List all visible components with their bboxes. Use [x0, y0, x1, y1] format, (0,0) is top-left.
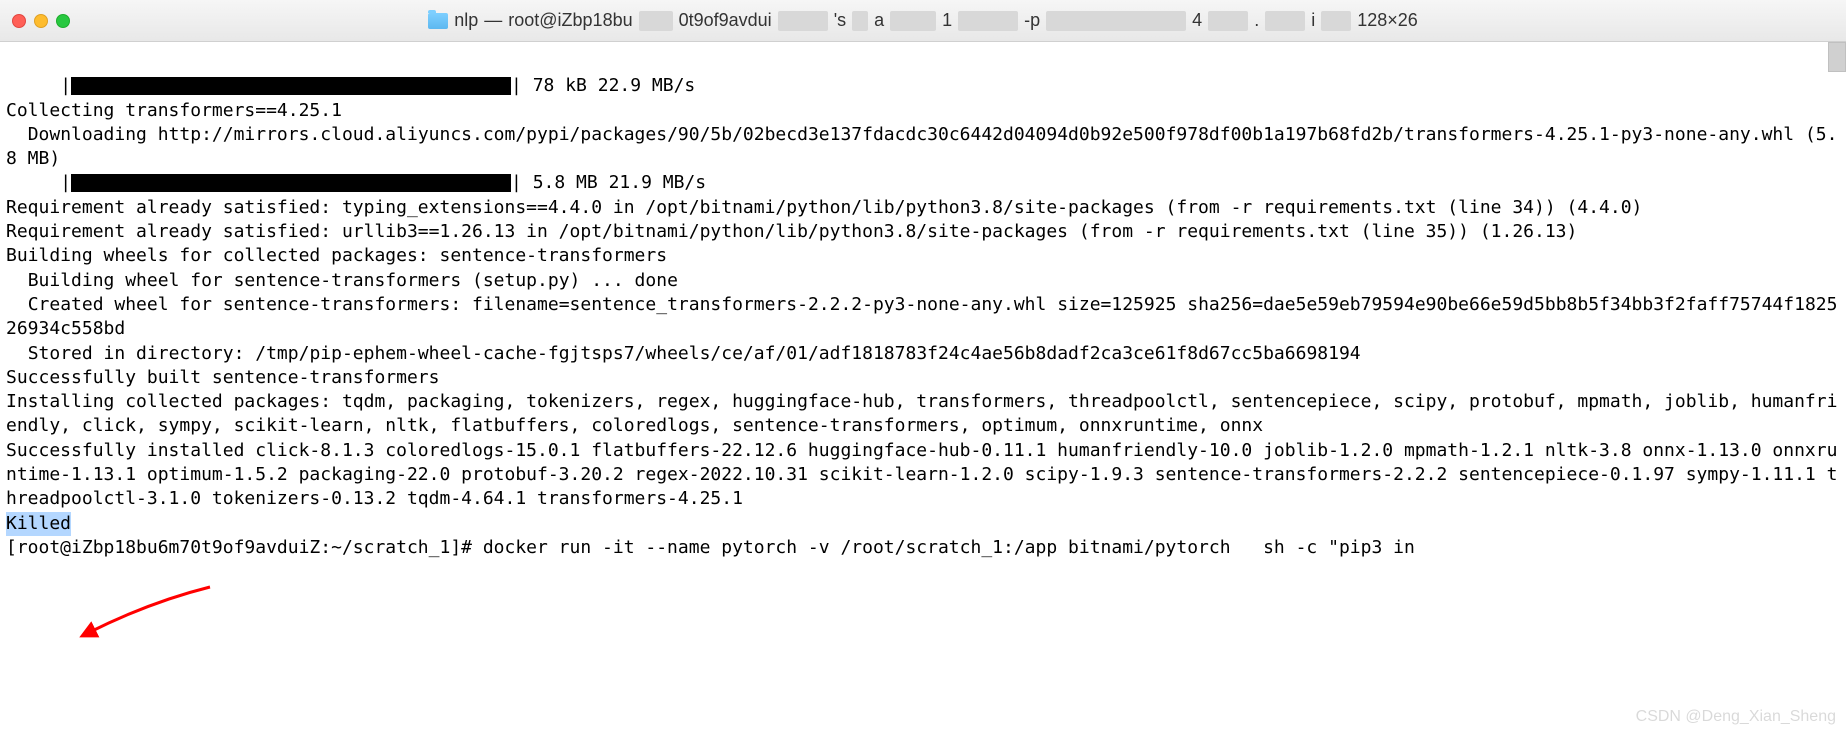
watermark: CSDN @Deng_Xian_Sheng [1636, 708, 1836, 726]
output-line: Building wheel for sentence-transformers… [6, 269, 1840, 293]
output-line: Collecting transformers==4.25.1 [6, 99, 1840, 123]
title-dims: 128×26 [1357, 10, 1418, 31]
title-obscured [1046, 11, 1186, 31]
title-part: a [874, 10, 884, 31]
killed-text: Killed [6, 512, 71, 536]
title-obscured [852, 11, 868, 31]
output-line: Installing collected packages: tqdm, pac… [6, 390, 1840, 439]
prompt-line: [root@iZbp18bu6m70t9of9avduiZ:~/scratch_… [6, 536, 1840, 560]
title-part: 4 [1192, 10, 1202, 31]
title-sep: — [484, 10, 502, 31]
output-line: | [6, 172, 71, 193]
annotation-arrow-icon [70, 582, 220, 652]
title-obscured [958, 11, 1018, 31]
output-line: Requirement already satisfied: urllib3==… [6, 220, 1840, 244]
title-part: 0t9of9avdui [679, 10, 772, 31]
title-folder: nlp [454, 10, 478, 31]
output-line: Stored in directory: /tmp/pip-ephem-whee… [6, 342, 1840, 366]
title-part: 's [834, 10, 846, 31]
output-line: Requirement already satisfied: typing_ex… [6, 196, 1840, 220]
output-line: Created wheel for sentence-transformers:… [6, 293, 1840, 342]
output-line: Building wheels for collected packages: … [6, 244, 1840, 268]
folder-icon [428, 13, 448, 29]
title-obscured [778, 11, 828, 31]
output-line: Successfully installed click-8.1.3 color… [6, 439, 1840, 512]
minimize-button[interactable] [34, 14, 48, 28]
close-button[interactable] [12, 14, 26, 28]
title-obscured [639, 11, 673, 31]
output-line: | [6, 75, 71, 96]
title-obscured [1321, 11, 1351, 31]
output-line: Downloading http://mirrors.cloud.aliyunc… [6, 123, 1840, 172]
title-part: i [1311, 10, 1315, 31]
title-part: 1 [942, 10, 952, 31]
maximize-button[interactable] [56, 14, 70, 28]
title-obscured [1208, 11, 1248, 31]
window-title: nlp — root@iZbp18bu 0t9of9avdui 's a 1 -… [428, 10, 1418, 31]
title-part: . [1254, 10, 1259, 31]
output-line: Successfully built sentence-transformers [6, 366, 1840, 390]
title-host: root@iZbp18bu [508, 10, 632, 31]
title-obscured [890, 11, 936, 31]
window-titlebar: nlp — root@iZbp18bu 0t9of9avdui 's a 1 -… [0, 0, 1846, 42]
traffic-lights [12, 14, 70, 28]
title-part: -p [1024, 10, 1040, 31]
title-obscured [1265, 11, 1305, 31]
output-line: | 78 kB 22.9 MB/s [511, 75, 695, 96]
progress-bar [71, 174, 511, 192]
output-line: | 5.8 MB 21.9 MB/s [511, 172, 706, 193]
terminal-output[interactable]: | | 78 kB 22.9 MB/s Collecting transforme… [0, 42, 1846, 641]
progress-bar [71, 77, 511, 95]
